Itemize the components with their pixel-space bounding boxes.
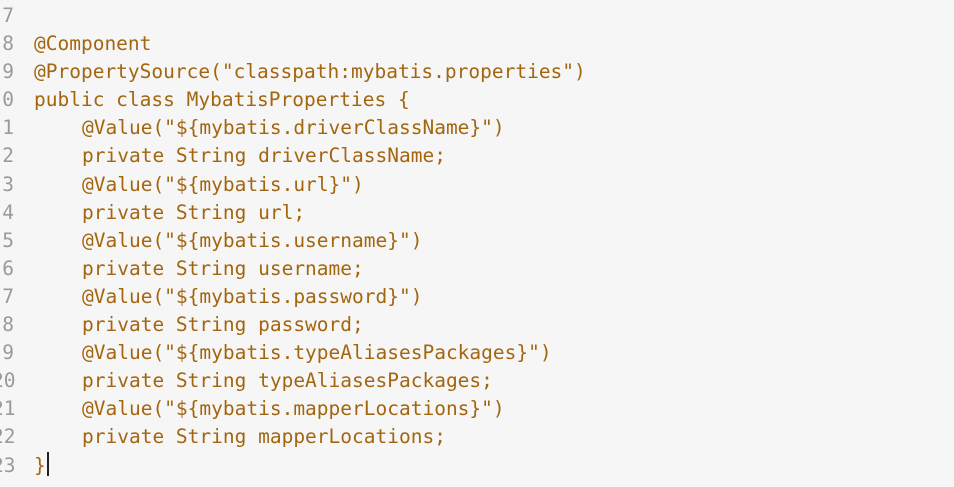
line-number: 5 xyxy=(2,228,14,252)
code-line-value-annotation[interactable]: @Value("${mybatis.username}") xyxy=(34,227,954,255)
code-line-closing-brace[interactable]: } xyxy=(34,452,954,480)
code-line-value-annotation[interactable]: @Value("${mybatis.driverClassName}") xyxy=(34,114,954,142)
line-number-gutter: 7 8 9 0 1 2 3 4 5 6 7 8 9 20 21 22 23 xyxy=(0,2,16,480)
line-number: 9 xyxy=(2,60,14,84)
text-caret xyxy=(46,452,49,476)
line-number: 8 xyxy=(2,32,14,56)
code-line-component-annotation[interactable]: @Component xyxy=(34,30,954,58)
code-line-class-declaration[interactable]: public class MybatisProperties { xyxy=(34,86,954,114)
line-number: 7 xyxy=(2,4,14,27)
code-line-field-declaration[interactable]: private String url; xyxy=(34,199,954,227)
line-number: 8 xyxy=(2,313,14,337)
code-line-blank[interactable] xyxy=(34,2,954,30)
code-area[interactable]: @Component @PropertySource("classpath:my… xyxy=(34,2,954,480)
code-line-value-annotation[interactable]: @Value("${mybatis.typeAliasesPackages}") xyxy=(34,339,954,367)
line-number: 6 xyxy=(2,256,14,280)
line-number: 9 xyxy=(2,341,14,365)
line-number: 22 xyxy=(0,425,16,449)
code-line-field-declaration[interactable]: private String typeAliasesPackages; xyxy=(34,367,954,395)
code-editor[interactable]: 7 8 9 0 1 2 3 4 5 6 7 8 9 20 21 22 23 @C… xyxy=(0,0,954,487)
code-line-field-declaration[interactable]: private String mapperLocations; xyxy=(34,423,954,451)
line-number: 23 xyxy=(0,453,16,477)
line-number: 21 xyxy=(0,397,16,421)
code-line-value-annotation[interactable]: @Value("${mybatis.mapperLocations}") xyxy=(34,395,954,423)
code-line-property-source-annotation[interactable]: @PropertySource("classpath:mybatis.prope… xyxy=(34,58,954,86)
line-number: 2 xyxy=(2,144,14,168)
closing-brace: } xyxy=(34,453,46,477)
line-number: 3 xyxy=(2,172,14,196)
line-number: 7 xyxy=(2,284,14,308)
code-line-field-declaration[interactable]: private String username; xyxy=(34,255,954,283)
line-number: 4 xyxy=(2,200,14,224)
code-line-value-annotation[interactable]: @Value("${mybatis.url}") xyxy=(34,171,954,199)
line-number: 1 xyxy=(2,116,14,140)
line-number: 20 xyxy=(0,369,16,393)
line-number: 0 xyxy=(2,88,14,112)
code-line-field-declaration[interactable]: private String driverClassName; xyxy=(34,142,954,170)
code-line-field-declaration[interactable]: private String password; xyxy=(34,311,954,339)
code-line-value-annotation[interactable]: @Value("${mybatis.password}") xyxy=(34,283,954,311)
